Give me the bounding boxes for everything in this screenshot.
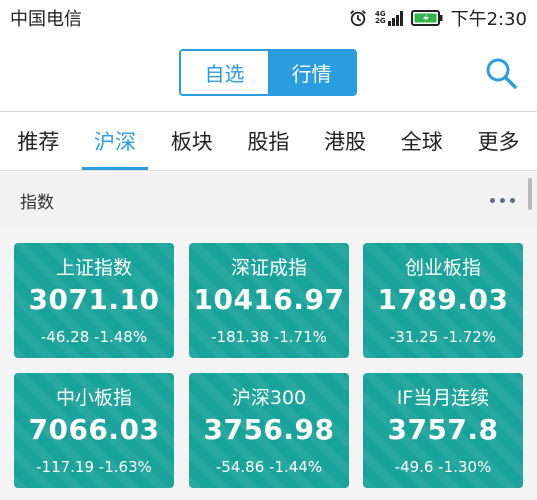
network-type-bottom: 2G [374, 17, 386, 25]
battery-icon [410, 10, 443, 26]
tab-more[interactable]: 更多 [460, 112, 537, 170]
index-name: 上证指数 [55, 257, 132, 279]
index-value: 3756.98 [203, 413, 335, 446]
change-amount: -54.86 [215, 458, 265, 476]
section-title: 指数 [20, 192, 54, 213]
tab-hong-kong[interactable]: 港股 [307, 112, 384, 170]
alarm-icon [350, 10, 366, 27]
search-icon[interactable] [484, 56, 518, 90]
tab-global[interactable]: 全球 [383, 112, 460, 170]
change-amount: -181.38 [211, 328, 270, 346]
index-card-csi300[interactable]: 沪深300 3756.98 -54.86 -1.44% [189, 373, 349, 488]
index-change: -46.28 -1.48% [14, 328, 174, 346]
index-card-if-front-month[interactable]: IF当月连续 3757.8 -49.6 -1.30% [363, 373, 523, 488]
index-name: IF当月连续 [396, 387, 490, 409]
index-name: 沪深300 [231, 387, 307, 409]
change-amount: -46.28 [40, 328, 90, 346]
scrollbar[interactable] [528, 178, 532, 210]
change-amount: -49.6 [394, 458, 434, 476]
change-amount: -31.25 [389, 328, 439, 346]
index-value: 10416.97 [193, 283, 345, 316]
index-value: 7066.03 [28, 413, 160, 446]
tab-recommend[interactable]: 推荐 [0, 112, 77, 170]
tab-sectors[interactable]: 板块 [153, 112, 230, 170]
index-value: 3071.10 [28, 283, 160, 316]
index-card-sme[interactable]: 中小板指 7066.03 -117.19 -1.63% [14, 373, 174, 488]
tab-market[interactable]: 行情 [268, 51, 355, 94]
change-percent: -1.44% [269, 458, 323, 476]
status-bar: 中国电信 4G 2G 下午2:30 [0, 0, 537, 36]
change-percent: -1.72% [443, 328, 497, 346]
index-card-sh-composite[interactable]: 上证指数 3071.10 -46.28 -1.48% [14, 243, 174, 358]
tabs-divider [0, 170, 537, 171]
index-value: 3757.8 [387, 413, 499, 446]
index-name: 创业板指 [404, 257, 481, 279]
signal-icon: 4G 2G [375, 10, 403, 26]
index-change: -31.25 -1.72% [363, 328, 523, 346]
change-amount: -117.19 [36, 458, 95, 476]
change-percent: -1.48% [94, 328, 148, 346]
tab-stock-index[interactable]: 股指 [230, 112, 307, 170]
index-value: 1789.03 [377, 283, 509, 316]
market-tabs: 推荐 沪深 板块 股指 港股 全球 更多 [0, 112, 537, 170]
clock: 下午2:30 [450, 9, 527, 30]
index-name: 深证成指 [230, 257, 307, 279]
index-change: -54.86 -1.44% [189, 458, 349, 476]
index-change: -181.38 -1.71% [189, 328, 349, 346]
change-percent: -1.71% [273, 328, 327, 346]
carrier-label: 中国电信 [10, 9, 82, 30]
status-icons: 4G 2G 下午2:30 [349, 5, 527, 31]
index-change: -117.19 -1.63% [14, 458, 174, 476]
change-percent: -1.30% [438, 458, 492, 476]
tab-shanghai-shenzhen[interactable]: 沪深 [77, 112, 154, 170]
more-options-icon[interactable] [490, 197, 515, 203]
index-card-sz-component[interactable]: 深证成指 10416.97 -181.38 -1.71% [189, 243, 349, 358]
change-percent: -1.63% [98, 458, 152, 476]
tab-watchlist[interactable]: 自选 [181, 51, 268, 94]
section-header: 指数 [0, 172, 537, 228]
index-change: -49.6 -1.30% [363, 458, 523, 476]
index-name: 中小板指 [55, 387, 132, 409]
index-card-chinext[interactable]: 创业板指 1789.03 -31.25 -1.72% [363, 243, 523, 358]
app-header: 自选 行情 [0, 36, 537, 111]
view-switcher: 自选 行情 [179, 49, 357, 96]
